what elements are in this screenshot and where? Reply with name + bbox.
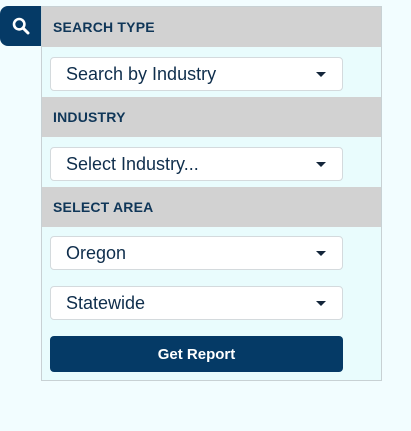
get-report-button[interactable]: Get Report <box>50 336 343 372</box>
industry-select[interactable]: Select Industry... <box>50 147 343 181</box>
industry-value: Select Industry... <box>66 153 199 174</box>
search-type-value: Search by Industry <box>66 63 217 84</box>
search-type-select[interactable]: Search by Industry <box>50 57 343 91</box>
chevron-down-icon <box>316 300 326 306</box>
chevron-down-icon <box>316 161 326 167</box>
search-tab[interactable] <box>0 6 41 46</box>
chevron-down-icon <box>316 250 326 256</box>
industry-header: INDUSTRY <box>42 97 381 137</box>
chevron-down-icon <box>316 71 326 77</box>
state-select[interactable]: Oregon <box>50 236 343 270</box>
search-icon <box>12 17 29 35</box>
select-area-header: SELECT AREA <box>42 187 381 227</box>
region-value: Statewide <box>66 292 146 313</box>
state-value: Oregon <box>66 242 127 263</box>
region-select[interactable]: Statewide <box>50 286 343 320</box>
search-panel: SEARCH TYPE Search by Industry INDUSTRY … <box>41 6 382 381</box>
search-type-header: SEARCH TYPE <box>42 7 381 47</box>
